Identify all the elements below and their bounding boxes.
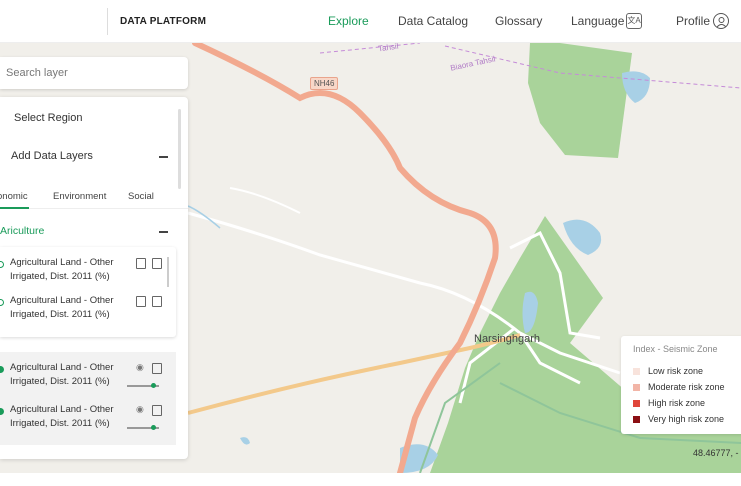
layer-list: Agricultural Land - Other Irrigated, Dis… (0, 247, 176, 337)
legend-label: Low risk zone (648, 366, 704, 376)
document-icon[interactable] (152, 296, 162, 307)
layer-radio[interactable] (0, 299, 4, 306)
legend-label: Moderate risk zone (648, 382, 725, 392)
eye-icon[interactable]: ◉ (136, 404, 144, 415)
coordinate-readout: 48.46777, - (693, 448, 739, 458)
panel-scrollbar[interactable] (178, 109, 181, 189)
tab-environment[interactable]: Environment (53, 191, 106, 202)
legend-title: Index - Seismic Zone (633, 344, 718, 354)
legend-swatch (633, 400, 640, 407)
legend-label: Very high risk zone (648, 414, 725, 424)
forest-area (528, 43, 632, 158)
legend-swatch (633, 416, 640, 423)
map-legend: Index - Seismic Zone Low risk zone Moder… (621, 336, 741, 434)
opacity-slider-knob[interactable] (151, 383, 156, 388)
document-icon[interactable] (152, 258, 162, 269)
legend-item: High risk zone (633, 398, 705, 408)
bottom-strip (0, 473, 741, 486)
columns-icon[interactable] (136, 296, 146, 307)
layers-panel: Select Region Add Data Layers onomic Env… (0, 97, 188, 459)
pond (240, 437, 250, 445)
layer-label: Agricultural Land - Other Irrigated, Dis… (10, 257, 114, 282)
category-agriculture[interactable]: Ariculture (0, 225, 44, 237)
active-layer-label: Agricultural Land - Other Irrigated, Dis… (10, 404, 114, 429)
brand-title[interactable]: DATA PLATFORM (120, 16, 206, 27)
legend-label: High risk zone (648, 398, 706, 408)
lake (622, 71, 650, 103)
document-icon[interactable] (152, 405, 162, 416)
layer-radio[interactable] (0, 261, 4, 268)
list-scrollbar[interactable] (167, 257, 169, 287)
top-bar: DATA PLATFORM Explore Data Catalog Gloss… (0, 0, 741, 43)
minor-road (229, 187, 301, 214)
active-tab-indicator (0, 207, 29, 209)
translate-icon[interactable]: 文A (626, 13, 642, 29)
search-input[interactable] (6, 67, 176, 79)
category-tabs: onomic Environment Social (0, 185, 188, 209)
nav-glossary[interactable]: Glossary (495, 14, 542, 28)
national-highway (192, 43, 499, 473)
nav-explore[interactable]: Explore (328, 14, 369, 28)
active-layer-label: Agricultural Land - Other Irrigated, Dis… (10, 362, 114, 387)
columns-icon[interactable] (136, 258, 146, 269)
opacity-slider-knob[interactable] (151, 425, 156, 430)
highway-shield: NH46 (310, 77, 339, 90)
document-icon[interactable] (152, 363, 162, 374)
active-layer-radio[interactable] (0, 366, 4, 373)
header-divider (107, 8, 108, 35)
active-layer-radio[interactable] (0, 408, 4, 415)
category-label: ricultur (7, 225, 39, 237)
add-data-layers[interactable]: Add Data Layers (11, 150, 93, 162)
legend-swatch (633, 384, 640, 391)
layer-label: Agricultural Land - Other Irrigated, Dis… (10, 295, 114, 320)
town-label: Narsinghgarh (474, 333, 541, 345)
legend-item: Moderate risk zone (633, 382, 725, 392)
collapse-icon[interactable] (159, 156, 168, 158)
nav-language[interactable]: Language (571, 14, 624, 28)
nav-profile[interactable]: Profile (676, 14, 710, 28)
user-icon[interactable] (713, 13, 729, 29)
legend-item: Very high risk zone (633, 414, 724, 424)
search-box[interactable] (0, 57, 188, 89)
nav-data-catalog[interactable]: Data Catalog (398, 14, 468, 28)
select-region[interactable]: Select Region (14, 112, 83, 124)
tab-social[interactable]: Social (128, 191, 154, 202)
active-layers: Agricultural Land - Other Irrigated, Dis… (0, 352, 176, 445)
tab-economic[interactable]: onomic (0, 191, 28, 202)
collapse-icon[interactable] (159, 231, 168, 233)
eye-icon[interactable]: ◉ (136, 362, 144, 373)
legend-swatch (633, 368, 640, 375)
legend-item: Low risk zone (633, 366, 703, 376)
